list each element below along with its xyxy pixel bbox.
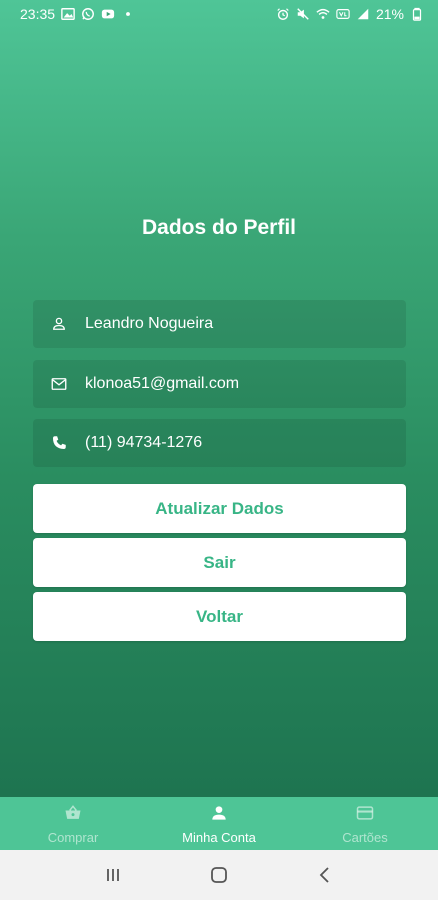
nav-label-comprar: Comprar	[47, 829, 99, 845]
page-title: Dados do Perfil	[141, 216, 297, 239]
status-right: 21%	[276, 6, 424, 22]
name-field[interactable]: Leandro Nogueira	[33, 300, 406, 348]
bottom-nav: Comprar Minha Conta Cartões	[0, 797, 438, 850]
nav-item-comprar[interactable]: Comprar	[0, 797, 146, 850]
basket-icon	[63, 803, 83, 826]
update-data-button[interactable]: Atualizar Dados	[33, 484, 406, 533]
status-bar: 23:35 21%	[0, 0, 438, 28]
status-time: 23:35	[20, 6, 56, 22]
mail-icon	[33, 375, 85, 393]
back-button[interactable]: Voltar	[33, 592, 406, 641]
email-field[interactable]: klonoa51@gmail.com	[33, 360, 406, 408]
image-icon	[61, 7, 75, 21]
alarm-icon	[276, 7, 290, 21]
recent-apps-icon	[107, 869, 119, 881]
dot-icon	[121, 7, 135, 21]
phone-icon	[33, 434, 85, 452]
recent-apps-button[interactable]	[93, 855, 133, 895]
back-system-button[interactable]	[305, 855, 345, 895]
person-icon	[209, 803, 229, 826]
name-value: Leandro Nogueira	[85, 315, 214, 332]
phone-value: (11) 94734-1276	[85, 434, 203, 451]
mute-icon	[296, 7, 310, 21]
wifi-icon	[316, 7, 330, 21]
person-icon	[33, 315, 85, 333]
home-icon	[211, 867, 227, 883]
battery-icon	[410, 7, 424, 21]
phone-field[interactable]: (11) 94734-1276	[33, 419, 406, 467]
status-left: 23:35	[20, 6, 135, 22]
nav-label-cartoes: Cartões	[342, 829, 388, 845]
email-value: klonoa51@gmail.com	[85, 375, 240, 392]
card-icon	[355, 803, 375, 826]
nav-item-minha-conta[interactable]: Minha Conta	[146, 797, 292, 850]
home-button[interactable]	[199, 855, 239, 895]
status-battery: 21%	[375, 6, 404, 22]
youtube-icon	[101, 7, 115, 21]
volte-icon	[336, 7, 350, 21]
nav-item-cartoes[interactable]: Cartões	[292, 797, 438, 850]
logout-button[interactable]: Sair	[33, 538, 406, 587]
nav-label-minha-conta: Minha Conta	[182, 829, 256, 845]
app-screen: 23:35 21% Dados do Perfil Leandro Noguei…	[0, 0, 438, 797]
system-nav-bar	[0, 850, 438, 900]
whatsapp-icon	[81, 7, 95, 21]
back-icon	[319, 867, 329, 883]
signal-icon	[356, 7, 370, 21]
